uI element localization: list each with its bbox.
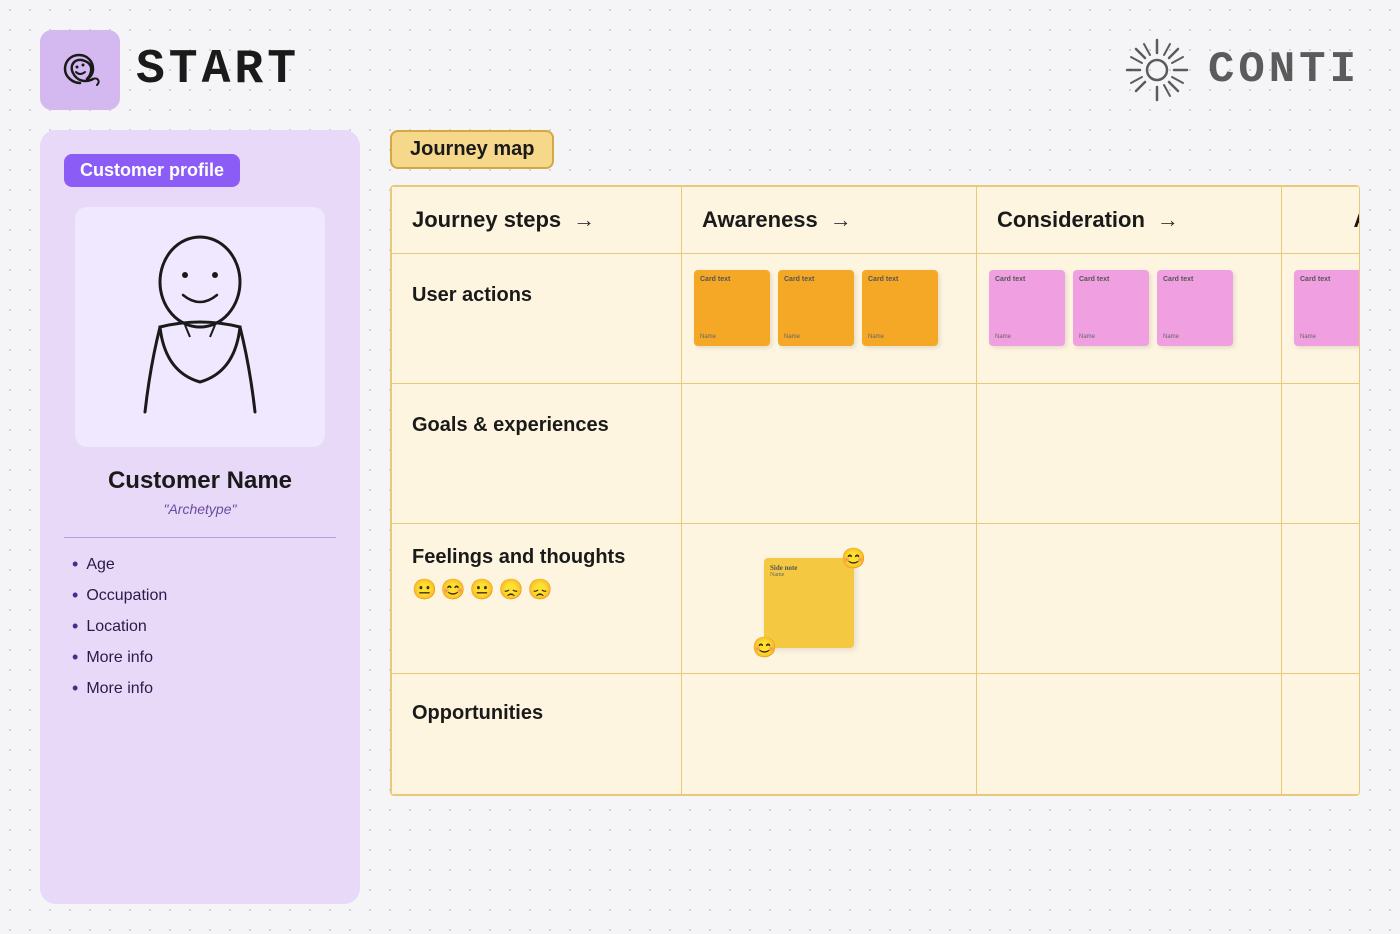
note-orange-2[interactable]: Card text Name — [778, 270, 854, 346]
emoji-3: 😐 — [470, 577, 495, 602]
awareness-opportunities — [682, 674, 977, 795]
customer-profile-panel: Customer profile — [40, 130, 360, 904]
profile-label: Customer profile — [64, 154, 240, 187]
label-user-actions: User actions — [392, 254, 682, 384]
next-opportunities — [1282, 674, 1361, 795]
list-item-age: Age — [72, 554, 336, 575]
header-right: CONTI — [1122, 35, 1360, 105]
awareness-notes: Card text Name Card text Name — [694, 270, 964, 346]
col-header-steps: Journey steps → — [392, 187, 682, 254]
next-notes: Card text Name — [1294, 270, 1360, 346]
list-item-more2: More info — [72, 678, 336, 699]
consideration-notes: Card text Name Card text Name — [989, 270, 1269, 346]
emoji-bottom-left: 😊 — [752, 635, 777, 660]
next-user-actions: Card text Name — [1282, 254, 1361, 384]
list-item-location: Location — [72, 616, 336, 637]
row-feelings: Feelings and thoughts 😐 😊 😐 😞 😞 — [392, 524, 1361, 674]
page-wrapper: START CO — [0, 0, 1400, 934]
header: START CO — [0, 0, 1400, 130]
list-item-more1: More info — [72, 647, 336, 668]
feelings-note[interactable]: Side note Name 😊 😊 — [764, 558, 854, 648]
table-body: User actions Card text Name — [392, 254, 1361, 795]
next-goals — [1282, 384, 1361, 524]
note-pink-2[interactable]: Card text Name — [1073, 270, 1149, 346]
emoji-row: 😐 😊 😐 😞 😞 — [392, 577, 681, 618]
note-orange-1[interactable]: Card text Name — [694, 270, 770, 346]
awareness-goals — [682, 384, 977, 524]
label-opportunities: Opportunities — [392, 674, 682, 795]
profile-list: Age Occupation Location More info More i… — [64, 554, 336, 709]
consideration-goals — [977, 384, 1282, 524]
next-feelings — [1282, 524, 1361, 674]
header-row: Journey steps → Awareness → — [392, 187, 1361, 254]
note-pink-3[interactable]: Card text Name — [1157, 270, 1233, 346]
table-header: Journey steps → Awareness → — [392, 187, 1361, 254]
col-header-awareness: Awareness → — [682, 187, 977, 254]
profile-divider — [64, 537, 336, 538]
col-header-consideration: Consideration → — [977, 187, 1282, 254]
awareness-arrow: → — [830, 207, 852, 233]
avatar-box — [75, 207, 325, 447]
sunburst-icon — [1122, 35, 1192, 105]
steps-arrow: → — [573, 207, 595, 233]
consideration-user-actions: Card text Name Card text Name — [977, 254, 1282, 384]
avatar-drawing — [110, 227, 290, 427]
consideration-feelings — [977, 524, 1282, 674]
start-icon — [55, 45, 105, 95]
note-pink-1[interactable]: Card text Name — [989, 270, 1065, 346]
start-title: START — [136, 43, 300, 97]
header-left: START — [40, 30, 300, 110]
list-item-occupation: Occupation — [72, 585, 336, 606]
label-feelings: Feelings and thoughts 😐 😊 😐 😞 😞 — [392, 524, 682, 674]
label-goals: Goals & experiences — [392, 384, 682, 524]
row-opportunities: Opportunities — [392, 674, 1361, 795]
row-user-actions: User actions Card text Name — [392, 254, 1361, 384]
emoji-1: 😐 — [412, 577, 437, 602]
emoji-2: 😊 — [441, 577, 466, 602]
emoji-4: 😞 — [499, 577, 524, 602]
row-goals: Goals & experiences — [392, 384, 1361, 524]
archetype-label: "Archetype" — [164, 501, 237, 517]
main-content: Customer profile — [0, 130, 1400, 904]
consideration-opportunities — [977, 674, 1282, 795]
note-pink-4[interactable]: Card text Name — [1294, 270, 1360, 346]
consideration-arrow: → — [1157, 207, 1179, 233]
col-header-next: A — [1282, 187, 1361, 254]
journey-table: Journey steps → Awareness → — [390, 185, 1360, 796]
journey-map-area: Journey map Journe — [390, 130, 1360, 904]
emoji-5: 😞 — [528, 577, 553, 602]
start-icon-box — [40, 30, 120, 110]
journey-map-label: Journey map — [390, 130, 554, 169]
note-orange-3[interactable]: Card text Name — [862, 270, 938, 346]
awareness-user-actions: Card text Name Card text Name — [682, 254, 977, 384]
journey-grid: Journey steps → Awareness → — [391, 186, 1360, 795]
continue-title: CONTI — [1208, 45, 1360, 95]
emoji-top-right: 😊 — [841, 546, 866, 571]
customer-name: Customer Name — [108, 467, 292, 495]
awareness-feelings: Side note Name 😊 😊 — [682, 524, 977, 674]
